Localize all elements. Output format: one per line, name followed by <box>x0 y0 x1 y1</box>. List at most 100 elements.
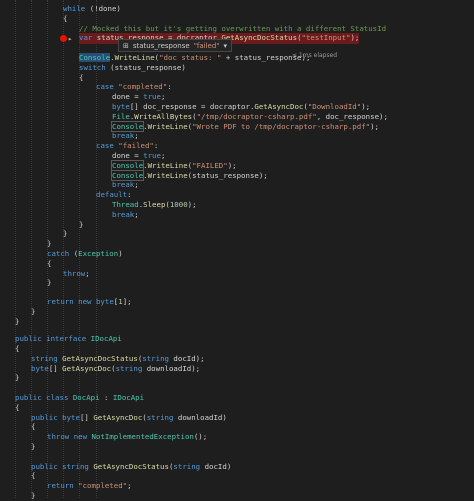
code-token: } <box>47 278 52 288</box>
code-line[interactable] <box>0 43 474 53</box>
code-line[interactable]: } <box>0 317 474 327</box>
code-line[interactable]: // Mocked this but it's getting overwrit… <box>0 24 474 34</box>
code-token: "Wrote PDF to /tmp/docraptor-csharp.pdf" <box>192 121 371 131</box>
code-text: { <box>47 259 51 269</box>
code-line[interactable]: } <box>0 239 474 249</box>
code-token: string <box>142 353 169 363</box>
code-line[interactable]: Console.WriteLine(status_response); <box>0 169 474 181</box>
code-text: public string GetAsyncDocStatus(string d… <box>31 462 231 472</box>
code-token: } <box>79 219 84 229</box>
code-line[interactable]: { <box>0 471 474 481</box>
code-token: : <box>99 392 113 402</box>
code-line[interactable]: break; <box>0 131 474 141</box>
code-line[interactable]: Console.WriteLine("doc status: " + statu… <box>0 52 474 63</box>
code-text: public byte[] GetAsyncDoc(string downloa… <box>31 413 227 423</box>
code-token: GetAsyncDoc <box>93 412 143 422</box>
code-token: ) <box>118 248 123 258</box>
code-token: throw <box>63 268 86 278</box>
code-line[interactable]: } <box>0 307 474 317</box>
code-token: ; <box>134 209 139 219</box>
code-line[interactable]: { <box>0 73 474 83</box>
code-line[interactable]: } <box>0 373 474 383</box>
code-line[interactable]: } <box>0 278 474 288</box>
code-line[interactable]: catch (Exception) <box>0 249 474 259</box>
code-text: throw; <box>63 269 90 279</box>
code-text: switch (status_response) <box>79 63 186 73</box>
code-line[interactable]: break; <box>0 180 474 190</box>
code-line[interactable]: } <box>0 229 474 239</box>
code-line[interactable]: public class DocApi : IDocApi <box>0 393 474 403</box>
code-line[interactable]: { <box>0 344 474 354</box>
debug-datatip[interactable]: ⊞ status_response "failed" ▾ <box>118 39 233 52</box>
code-text: { <box>79 73 83 83</box>
code-token: } <box>63 229 68 239</box>
code-line[interactable]: done = true; <box>0 151 474 161</box>
code-text: } <box>31 307 35 317</box>
vertical-scrollbar[interactable] <box>466 0 474 498</box>
code-token: Sleep <box>143 199 166 209</box>
code-editor[interactable]: while (!done){// Mocked this but it's ge… <box>0 0 474 501</box>
code-token: byte <box>31 363 49 373</box>
code-line[interactable]: Console.WriteLine("Wrote PDF to /tmp/doc… <box>0 120 474 132</box>
code-token: (status_response) <box>105 62 186 72</box>
code-line[interactable]: byte[] GetAsyncDoc(string downloadId); <box>0 364 474 374</box>
code-text: break; <box>112 131 139 141</box>
code-line[interactable]: done = true; <box>0 92 474 102</box>
code-token: File <box>112 111 130 121</box>
datatip-value[interactable]: "failed" <box>194 42 220 50</box>
code-line[interactable]: switch (status_response) <box>0 63 474 73</box>
code-text: catch (Exception) <box>47 249 123 259</box>
code-line[interactable]: public byte[] GetAsyncDoc(string downloa… <box>0 413 474 423</box>
code-line[interactable]: { <box>0 14 474 24</box>
code-text: } <box>15 317 19 327</box>
code-line[interactable]: case "failed": <box>0 141 474 151</box>
code-text: Console.WriteLine("Wrote PDF to /tmp/doc… <box>110 120 379 132</box>
code-line[interactable]: byte[] doc_response = docraptor.GetAsync… <box>0 102 474 112</box>
code-token: true <box>143 92 161 102</box>
code-line[interactable]: } <box>0 220 474 230</box>
code-line[interactable]: { <box>0 422 474 432</box>
code-text: } <box>31 491 35 501</box>
code-line[interactable]: { <box>0 403 474 413</box>
code-line[interactable]: case "completed": <box>0 82 474 92</box>
pin-icon[interactable]: ⊞ <box>123 42 129 50</box>
code-token: return <box>47 296 74 306</box>
code-line[interactable] <box>0 452 474 462</box>
code-token: , doc_response); <box>316 111 388 121</box>
code-token: { <box>79 72 84 82</box>
code-line[interactable]: return "completed"; <box>0 481 474 491</box>
code-line[interactable]: throw new NotImplementedException(); <box>0 432 474 442</box>
code-token: done = <box>112 150 144 160</box>
code-line[interactable]: { <box>0 259 474 269</box>
code-line[interactable]: break; <box>0 210 474 220</box>
code-token: "/tmp/docraptor-csharp.pdf" <box>196 111 317 121</box>
code-token: ); <box>187 199 197 209</box>
code-line[interactable]: public interface IDocApi <box>0 334 474 344</box>
code-line[interactable] <box>0 383 474 393</box>
code-text: File.WriteAllBytes("/tmp/docraptor-cshar… <box>112 112 388 122</box>
code-line[interactable]: throw; <box>0 269 474 279</box>
code-line[interactable]: File.WriteAllBytes("/tmp/docraptor-cshar… <box>0 112 474 122</box>
code-token: public <box>15 334 42 344</box>
code-line[interactable]: public string GetAsyncDocStatus(string d… <box>0 462 474 472</box>
code-line[interactable]: return new byte[1]; <box>0 297 474 307</box>
code-line[interactable]: while (!done) <box>0 4 474 14</box>
code-token: default <box>96 190 128 200</box>
code-token: (!done) <box>85 3 121 13</box>
code-text: Console.WriteLine(status_response); <box>110 169 268 181</box>
code-token: docId); <box>168 353 205 363</box>
breakpoint-icon[interactable] <box>60 35 67 43</box>
code-line[interactable]: string GetAsyncDocStatus(string docId); <box>0 354 474 364</box>
code-line[interactable]: var status_response = docraptor.GetAsync… <box>0 33 474 44</box>
code-text: Console.WriteLine("doc status: " + statu… <box>79 52 310 63</box>
code-line[interactable]: Thread.Sleep(1000); <box>0 200 474 210</box>
code-line[interactable]: default: <box>0 190 474 200</box>
code-line[interactable]: } <box>0 491 474 501</box>
code-token: public <box>31 461 58 471</box>
code-text: while (!done) <box>63 4 121 14</box>
chevron-down-icon[interactable]: ▾ <box>224 42 228 50</box>
code-line[interactable]: Console.WriteLine("FAILED"); <box>0 159 474 171</box>
code-token: ; <box>134 180 139 190</box>
code-token: "FAILED" <box>192 160 228 170</box>
code-line[interactable]: } <box>0 442 474 452</box>
